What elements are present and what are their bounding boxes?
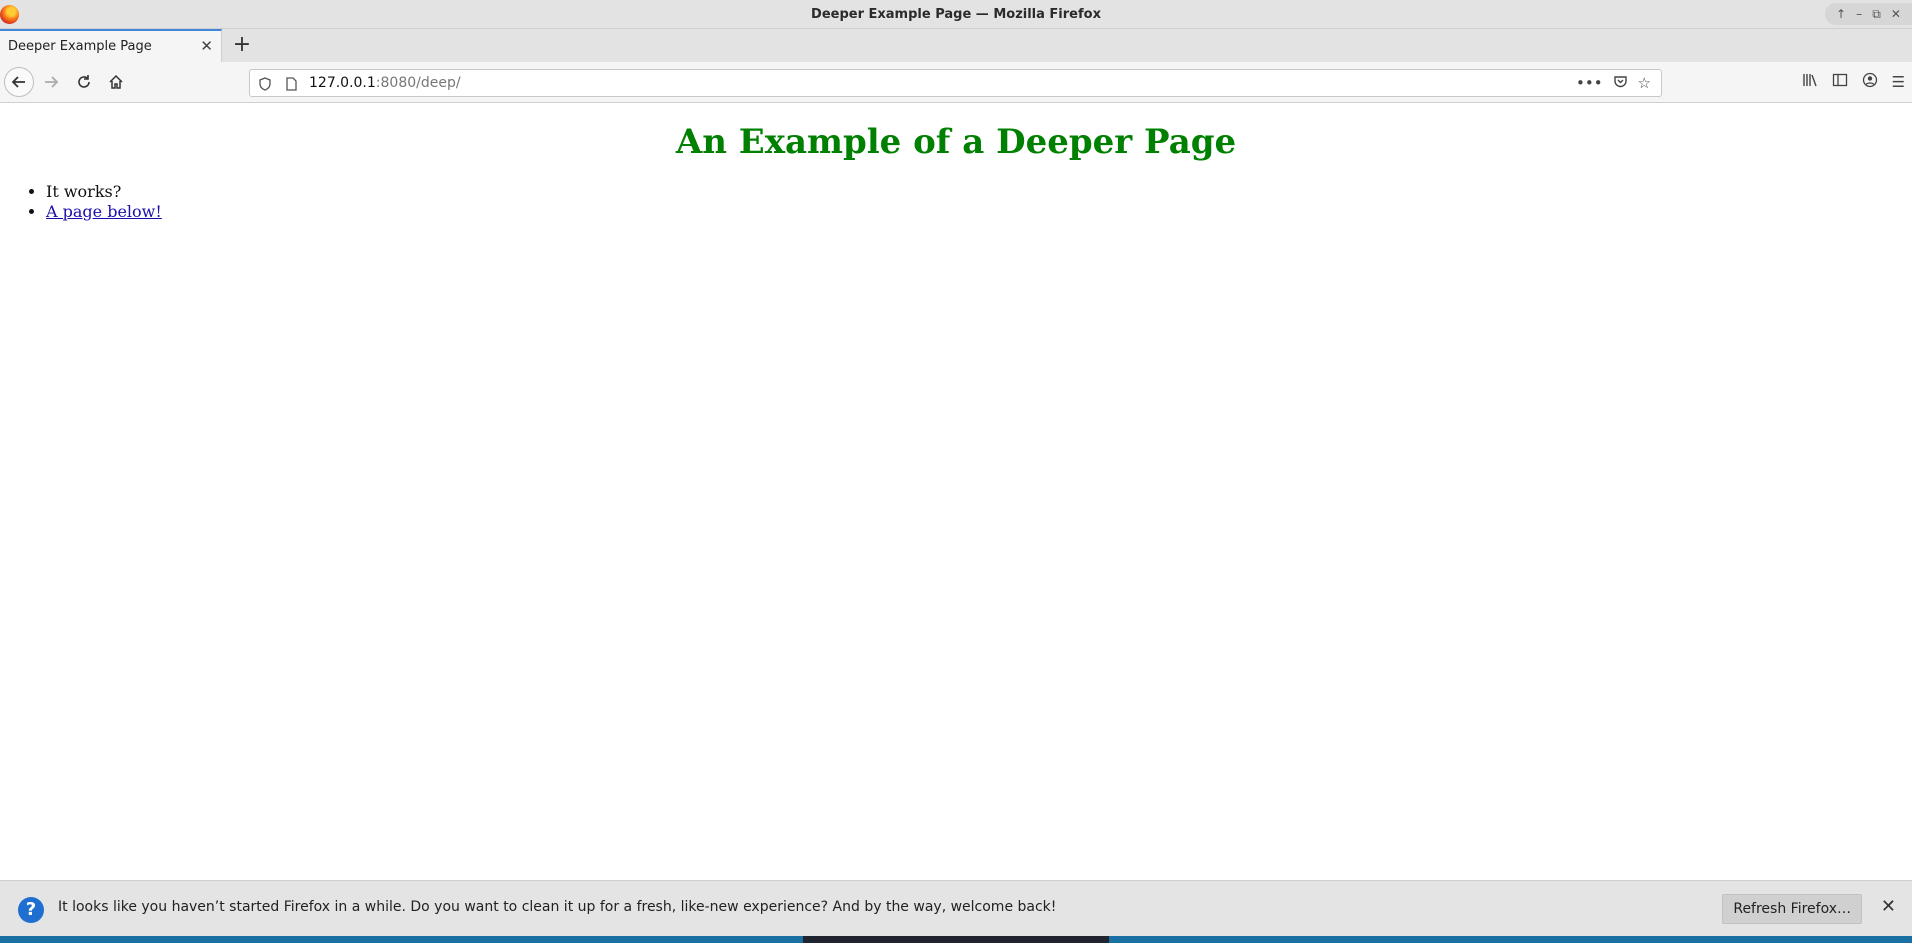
tab-title: Deeper Example Page <box>8 39 152 54</box>
list-item: It works? <box>46 182 162 202</box>
tab-close-icon[interactable]: ✕ <box>200 37 213 55</box>
url-path: :8080/deep/ <box>375 75 461 91</box>
sidebar-icon[interactable] <box>1832 72 1848 92</box>
taskbar-strip <box>0 936 1912 943</box>
tab-active[interactable]: Deeper Example Page ✕ <box>0 29 222 62</box>
refresh-firefox-button[interactable]: Refresh Firefox… <box>1722 894 1862 924</box>
bookmark-star-icon[interactable]: ☆ <box>1638 74 1651 92</box>
url-text[interactable]: 127.0.0.1:8080/deep/ <box>309 75 461 91</box>
nav-toolbar: 127.0.0.1:8080/deep/ ••• ☆ ☰ <box>0 62 1912 103</box>
window-up-icon[interactable]: ↑ <box>1836 8 1846 20</box>
account-icon[interactable] <box>1862 72 1878 92</box>
notification-close-icon[interactable]: ✕ <box>1881 896 1896 917</box>
window-title: Deeper Example Page — Mozilla Firefox <box>811 7 1101 22</box>
page-heading: An Example of a Deeper Page <box>675 122 1237 162</box>
url-bar-actions: ••• ☆ <box>1576 73 1651 93</box>
toolbar-right: ☰ <box>1787 68 1912 96</box>
reload-button[interactable] <box>70 68 98 96</box>
menu-hamburger-icon[interactable]: ☰ <box>1892 73 1905 91</box>
library-icon[interactable] <box>1802 72 1818 92</box>
page-actions-icon[interactable]: ••• <box>1576 74 1603 92</box>
page-info-icon[interactable] <box>284 76 298 95</box>
home-button[interactable] <box>102 68 130 96</box>
back-button[interactable] <box>4 67 34 97</box>
tab-strip: Deeper Example Page ✕ + <box>0 29 1912 62</box>
reload-icon <box>78 75 90 88</box>
url-bar[interactable]: 127.0.0.1:8080/deep/ ••• ☆ <box>249 69 1662 97</box>
question-icon: ? <box>18 897 44 923</box>
url-host: 127.0.0.1 <box>309 75 376 91</box>
list-item: A page below! <box>46 202 162 222</box>
window-controls: ↑ – ⧉ ✕ <box>1825 3 1912 25</box>
page-below-link[interactable]: A page below! <box>46 202 162 221</box>
window-close-icon[interactable]: ✕ <box>1891 8 1901 20</box>
window-titlebar: Deeper Example Page — Mozilla Firefox ↑ … <box>0 0 1912 29</box>
window-minimize-icon[interactable]: – <box>1856 8 1862 20</box>
back-arrow-icon <box>11 76 25 88</box>
list-item-text: It works? <box>46 182 122 201</box>
notification-message: It looks like you haven’t started Firefo… <box>58 899 1057 915</box>
new-tab-button[interactable]: + <box>229 32 255 58</box>
window-restore-icon[interactable]: ⧉ <box>1872 8 1881 20</box>
content-list: It works? A page below! <box>0 182 162 222</box>
pocket-icon[interactable] <box>1613 74 1628 93</box>
forward-button[interactable] <box>37 68 65 96</box>
forward-arrow-icon <box>45 76 59 88</box>
refresh-notification-bar: ? It looks like you haven’t started Fire… <box>0 880 1912 936</box>
page-content: An Example of a Deeper Page It works? A … <box>0 104 1912 880</box>
tracking-shield-icon[interactable] <box>258 76 272 95</box>
home-icon <box>109 74 123 89</box>
